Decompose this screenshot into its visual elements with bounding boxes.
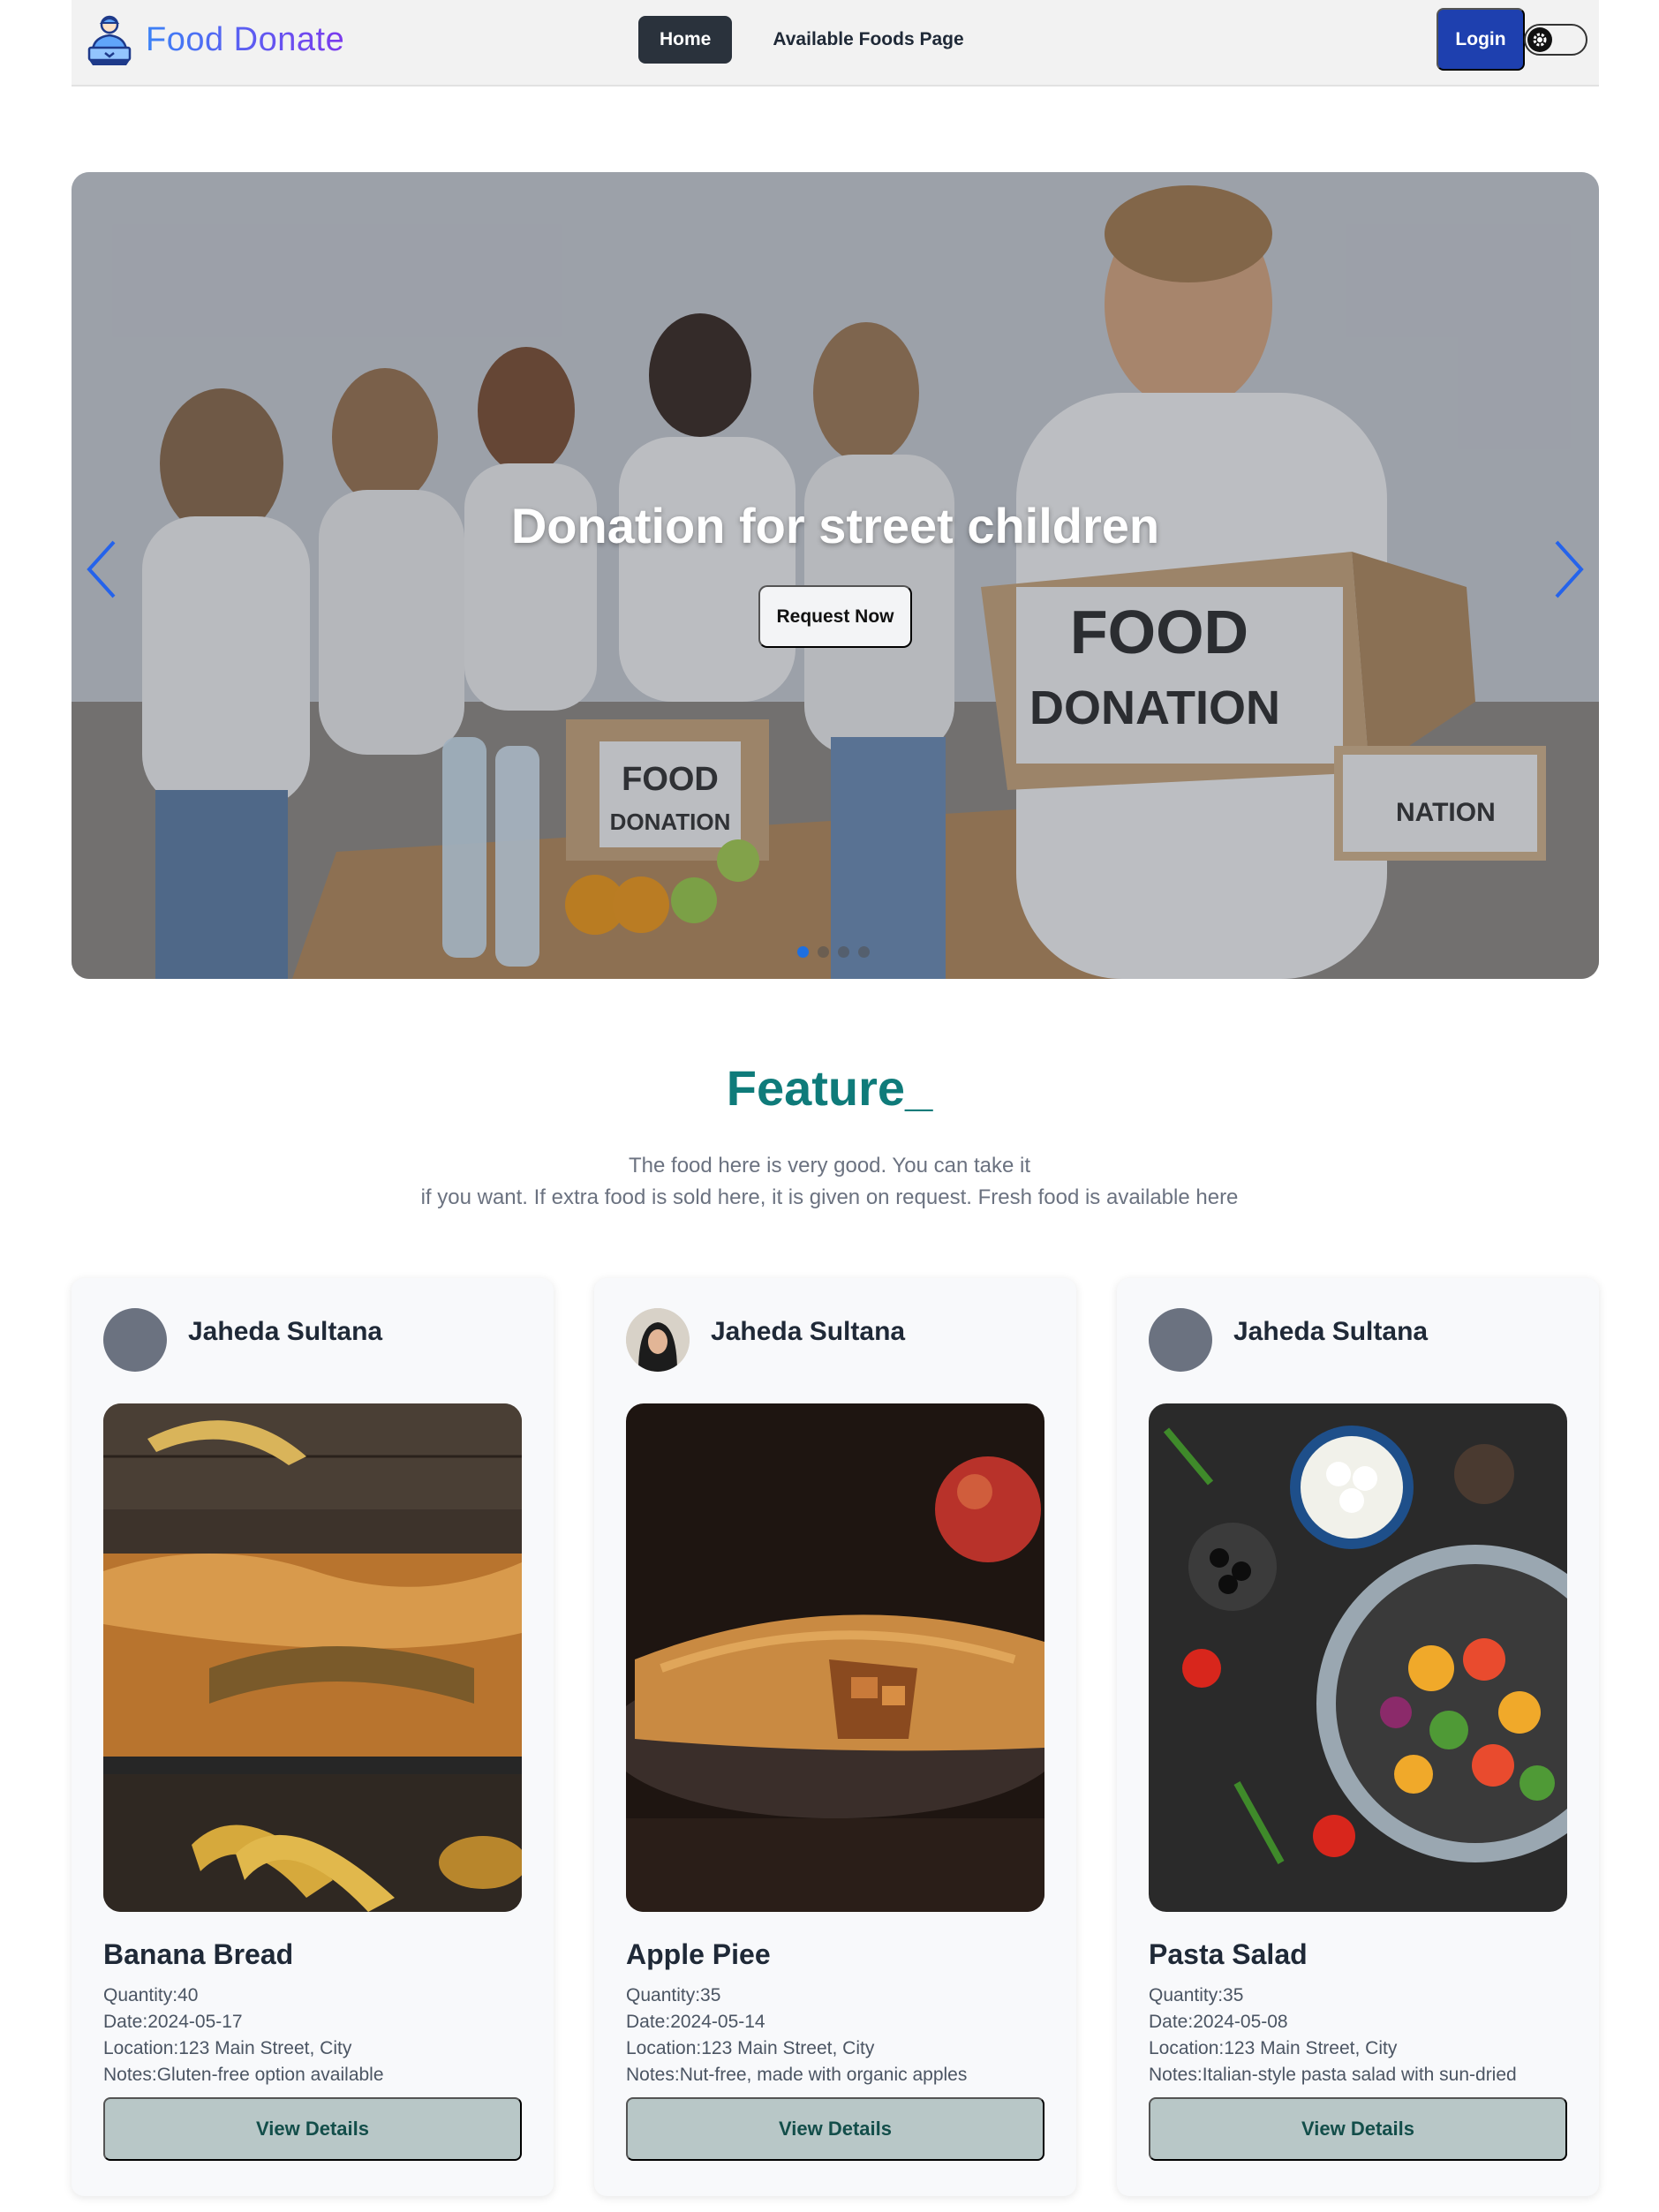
feature-desc-line-1: The food here is very good. You can take…	[629, 1154, 1030, 1177]
view-details-button[interactable]: View Details	[626, 2097, 1044, 2161]
card-author: Jaheda Sultana	[103, 1308, 382, 1372]
brand[interactable]: Food Donate	[82, 12, 344, 67]
theme-toggle[interactable]	[1524, 24, 1587, 56]
avatar	[626, 1308, 690, 1372]
carousel-dot-1[interactable]	[797, 946, 809, 958]
food-meta: Quantity:40 Date:2024-05-17 Location:123…	[103, 1983, 384, 2088]
food-location: Location:123 Main Street, City	[103, 2038, 352, 2058]
feature-description: The food here is very good. You can take…	[0, 1150, 1659, 1214]
hero-overlay	[72, 172, 1599, 979]
food-quantity: Quantity:35	[626, 1985, 721, 2005]
author-name: Jaheda Sultana	[711, 1317, 906, 1346]
food-location: Location:123 Main Street, City	[626, 2038, 875, 2058]
login-button[interactable]: Login	[1437, 8, 1525, 71]
nav-available-foods-link[interactable]: Available Foods Page	[751, 16, 984, 64]
feature-title: Feature_	[726, 1060, 933, 1116]
gear-icon	[1527, 27, 1552, 52]
carousel-next-arrow-icon[interactable]	[1551, 538, 1587, 600]
view-details-button[interactable]: View Details	[103, 2097, 522, 2161]
author-name: Jaheda Sultana	[1233, 1317, 1429, 1346]
main-nav: Home Available Foods Page	[638, 16, 985, 64]
donor-person-icon	[87, 15, 132, 65]
food-cards: Jaheda Sultana Banana Bread Quantity:40 …	[72, 1278, 1599, 2196]
view-details-button[interactable]: View Details	[1149, 2097, 1567, 2161]
food-meta: Quantity:35 Date:2024-05-08 Location:123…	[1149, 1983, 1517, 2088]
food-image	[1149, 1403, 1567, 1912]
food-notes: Notes:Nut-free, made with organic apples	[626, 2065, 968, 2085]
food-meta: Quantity:35 Date:2024-05-14 Location:123…	[626, 1983, 967, 2088]
carousel-dot-4[interactable]	[858, 946, 870, 958]
avatar	[1149, 1308, 1212, 1372]
food-image	[626, 1403, 1044, 1912]
food-date: Date:2024-05-08	[1149, 2012, 1288, 2032]
carousel-prev-arrow-icon[interactable]	[84, 538, 119, 600]
food-image	[103, 1403, 522, 1912]
carousel-dot-3[interactable]	[838, 946, 849, 958]
food-quantity: Quantity:40	[103, 1985, 199, 2005]
carousel-dots	[797, 946, 870, 958]
food-notes: Notes:Italian-style pasta salad with sun…	[1149, 2065, 1517, 2085]
hero-title: Donation for street children	[510, 498, 1160, 553]
food-card: Jaheda Sultana Pasta Salad Quantity:35 D…	[1117, 1278, 1599, 2196]
nav-home-link[interactable]: Home	[638, 16, 733, 64]
hero-carousel: FOOD DONATION FOOD DONATION NATION Donat…	[72, 172, 1599, 979]
food-notes: Notes:Gluten-free option available	[103, 2065, 384, 2085]
food-card: Jaheda Sultana Banana Bread Quantity:40 …	[72, 1278, 554, 2196]
food-date: Date:2024-05-17	[103, 2012, 243, 2032]
avatar	[103, 1308, 167, 1372]
request-now-button[interactable]: Request Now	[758, 585, 912, 648]
food-name: Pasta Salad	[1149, 1938, 1308, 1970]
food-card: Jaheda Sultana Apple Piee Quantity:35 Da…	[594, 1278, 1076, 2196]
food-location: Location:123 Main Street, City	[1149, 2038, 1398, 2058]
brand-name: Food Donate	[146, 20, 345, 58]
food-date: Date:2024-05-14	[626, 2012, 765, 2032]
card-author: Jaheda Sultana	[626, 1308, 905, 1372]
food-name: Banana Bread	[103, 1938, 294, 1970]
author-name: Jaheda Sultana	[188, 1317, 383, 1346]
navbar: Food Donate Home Available Foods Page Lo…	[72, 0, 1599, 87]
carousel-dot-2[interactable]	[818, 946, 829, 958]
food-quantity: Quantity:35	[1149, 1985, 1244, 2005]
food-name: Apple Piee	[626, 1938, 771, 1970]
feature-desc-line-2: if you want. If extra food is sold here,…	[420, 1185, 1239, 1209]
card-author: Jaheda Sultana	[1149, 1308, 1428, 1372]
